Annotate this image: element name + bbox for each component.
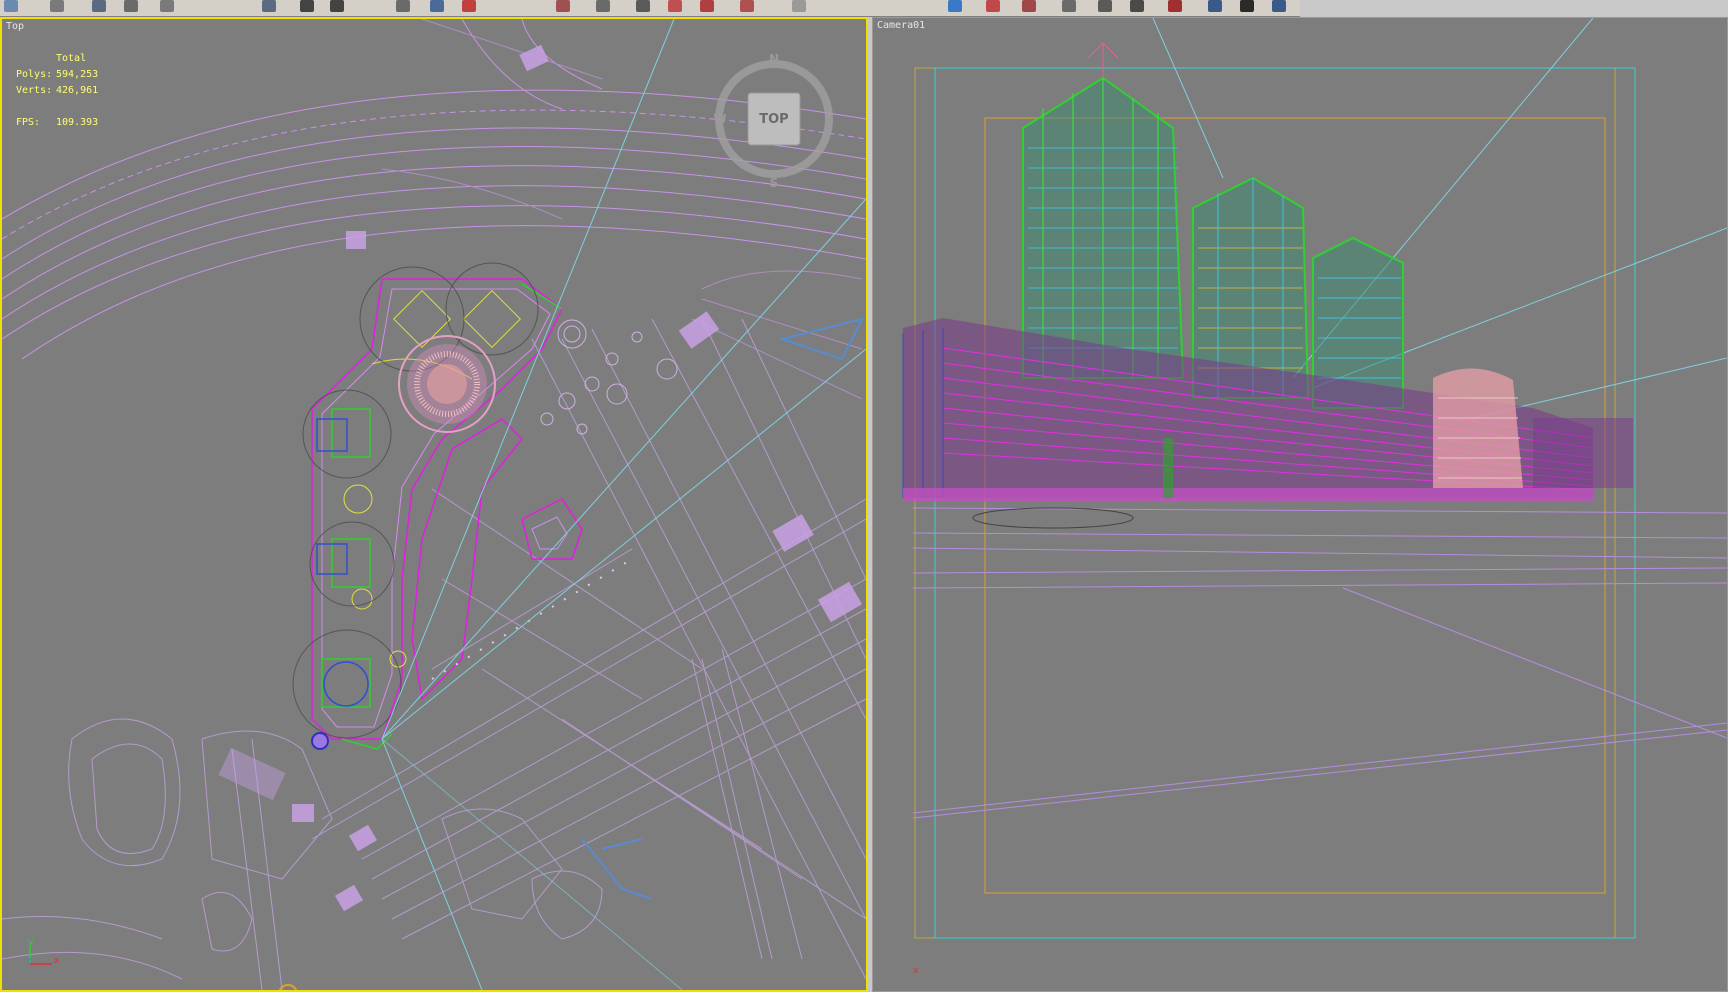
viewport-label[interactable]: Top xyxy=(6,21,24,32)
fps-label: FPS: xyxy=(16,117,41,128)
viewport-label-camera[interactable]: Camera01 xyxy=(877,20,925,31)
schematic-view-icon[interactable] xyxy=(596,0,610,12)
stats-header: Total xyxy=(56,53,87,64)
svg-text:E: E xyxy=(824,112,832,126)
utilities-icon[interactable] xyxy=(1130,0,1144,12)
select-tool-icon[interactable] xyxy=(4,0,18,12)
effects-icon[interactable] xyxy=(1168,0,1182,12)
material-editor-icon[interactable] xyxy=(636,0,650,12)
spacewarp-icon[interactable] xyxy=(1098,0,1112,12)
svg-text:S: S xyxy=(770,176,779,190)
tower-1 xyxy=(1022,42,1185,379)
toolbar-empty-area xyxy=(1300,0,1728,16)
svg-text:z: z xyxy=(27,956,31,965)
viewport-shading-icon[interactable] xyxy=(948,0,962,12)
camera-axis-x: x xyxy=(913,966,919,976)
rotunda-plan xyxy=(398,335,496,433)
layer-manager-icon[interactable] xyxy=(462,0,476,12)
mirror-tool-icon[interactable] xyxy=(396,0,410,12)
top-viewport[interactable]: TOP N S E W y x z Top Total Polys: 594,25… xyxy=(0,17,868,992)
verts-value: 426,961 xyxy=(56,85,99,96)
rotunda xyxy=(1433,368,1633,488)
scale-tool-icon[interactable] xyxy=(124,0,138,12)
move-tool-icon[interactable] xyxy=(50,0,64,12)
render-frame-icon[interactable] xyxy=(700,0,714,12)
axis-tripod-icon: y x z xyxy=(27,938,60,966)
lights-icon[interactable] xyxy=(986,0,1000,12)
camera-viewport[interactable]: x Camera01 xyxy=(872,17,1728,992)
verts-label: Verts: xyxy=(16,85,53,96)
main-toolbar xyxy=(0,0,1300,17)
region-select-icon[interactable] xyxy=(262,0,276,12)
svg-text:TOP: TOP xyxy=(759,112,788,127)
rotate-tool-icon[interactable] xyxy=(92,0,106,12)
text-tool-icon[interactable] xyxy=(792,0,806,12)
curve-editor-icon[interactable] xyxy=(556,0,570,12)
svg-text:W: W xyxy=(713,112,726,126)
camera-viewport-wireframe: x xyxy=(902,18,1727,976)
scene-stats: Total Polys: 594,253 Verts: 426,961 FPS: 10… xyxy=(16,51,98,131)
polys-label: Polys: xyxy=(16,69,53,80)
render-preset-icon[interactable] xyxy=(1272,0,1286,12)
svg-text:y: y xyxy=(28,938,34,948)
cameras-icon[interactable] xyxy=(1022,0,1036,12)
angle-snap-icon[interactable] xyxy=(330,0,344,12)
helpers-icon[interactable] xyxy=(1062,0,1076,12)
top-viewport-wireframe: TOP N S E W y x z xyxy=(2,19,866,990)
svg-text:x: x xyxy=(54,956,60,966)
batch-render-icon[interactable] xyxy=(1240,0,1254,12)
quick-render-icon[interactable] xyxy=(740,0,754,12)
snap-toggle-icon[interactable] xyxy=(300,0,314,12)
align-tool-icon[interactable] xyxy=(430,0,444,12)
link-tool-icon[interactable] xyxy=(160,0,174,12)
polys-value: 594,253 xyxy=(56,69,99,80)
video-post-icon[interactable] xyxy=(1208,0,1222,12)
fps-value: 109.393 xyxy=(56,117,99,128)
svg-text:N: N xyxy=(769,52,779,66)
render-setup-icon[interactable] xyxy=(668,0,682,12)
